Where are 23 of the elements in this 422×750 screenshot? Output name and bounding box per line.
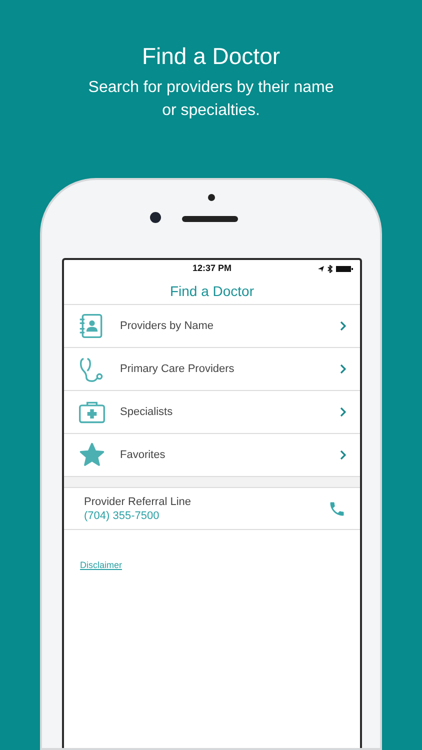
camera-icon — [150, 212, 161, 223]
subtitle: Search for providers by their name or specialties. — [87, 78, 335, 121]
status-time: 12:37 PM — [192, 262, 232, 276]
chevron-icon — [340, 450, 346, 460]
referral-label: Provider Referral Line — [84, 494, 192, 508]
star-icon — [78, 441, 106, 469]
chevron-icon — [340, 321, 346, 331]
menu-item-label: Providers by Name — [120, 318, 215, 334]
menu-item[interactable]: Primary Care Providers — [64, 348, 360, 391]
phone-icon[interactable] — [328, 500, 346, 518]
menu-item-label: Favorites — [120, 448, 166, 463]
status-icons — [318, 265, 354, 273]
menu-item[interactable]: Providers by Name — [64, 305, 360, 348]
screen-title: Find a Doctor — [170, 282, 254, 300]
speaker-icon — [182, 216, 238, 222]
menu-item-label: Specialists — [120, 404, 174, 420]
chevron-icon — [340, 407, 346, 417]
sensor-icon — [208, 194, 215, 201]
chevron-icon — [340, 364, 346, 374]
menu-item-label: Primary Care Providers — [120, 362, 236, 377]
menu-item[interactable]: Specialists — [64, 391, 360, 434]
referral-row[interactable]: Provider Referral Line (704) 355-7500 — [64, 488, 360, 530]
headline: Find a Doctor — [142, 42, 280, 70]
